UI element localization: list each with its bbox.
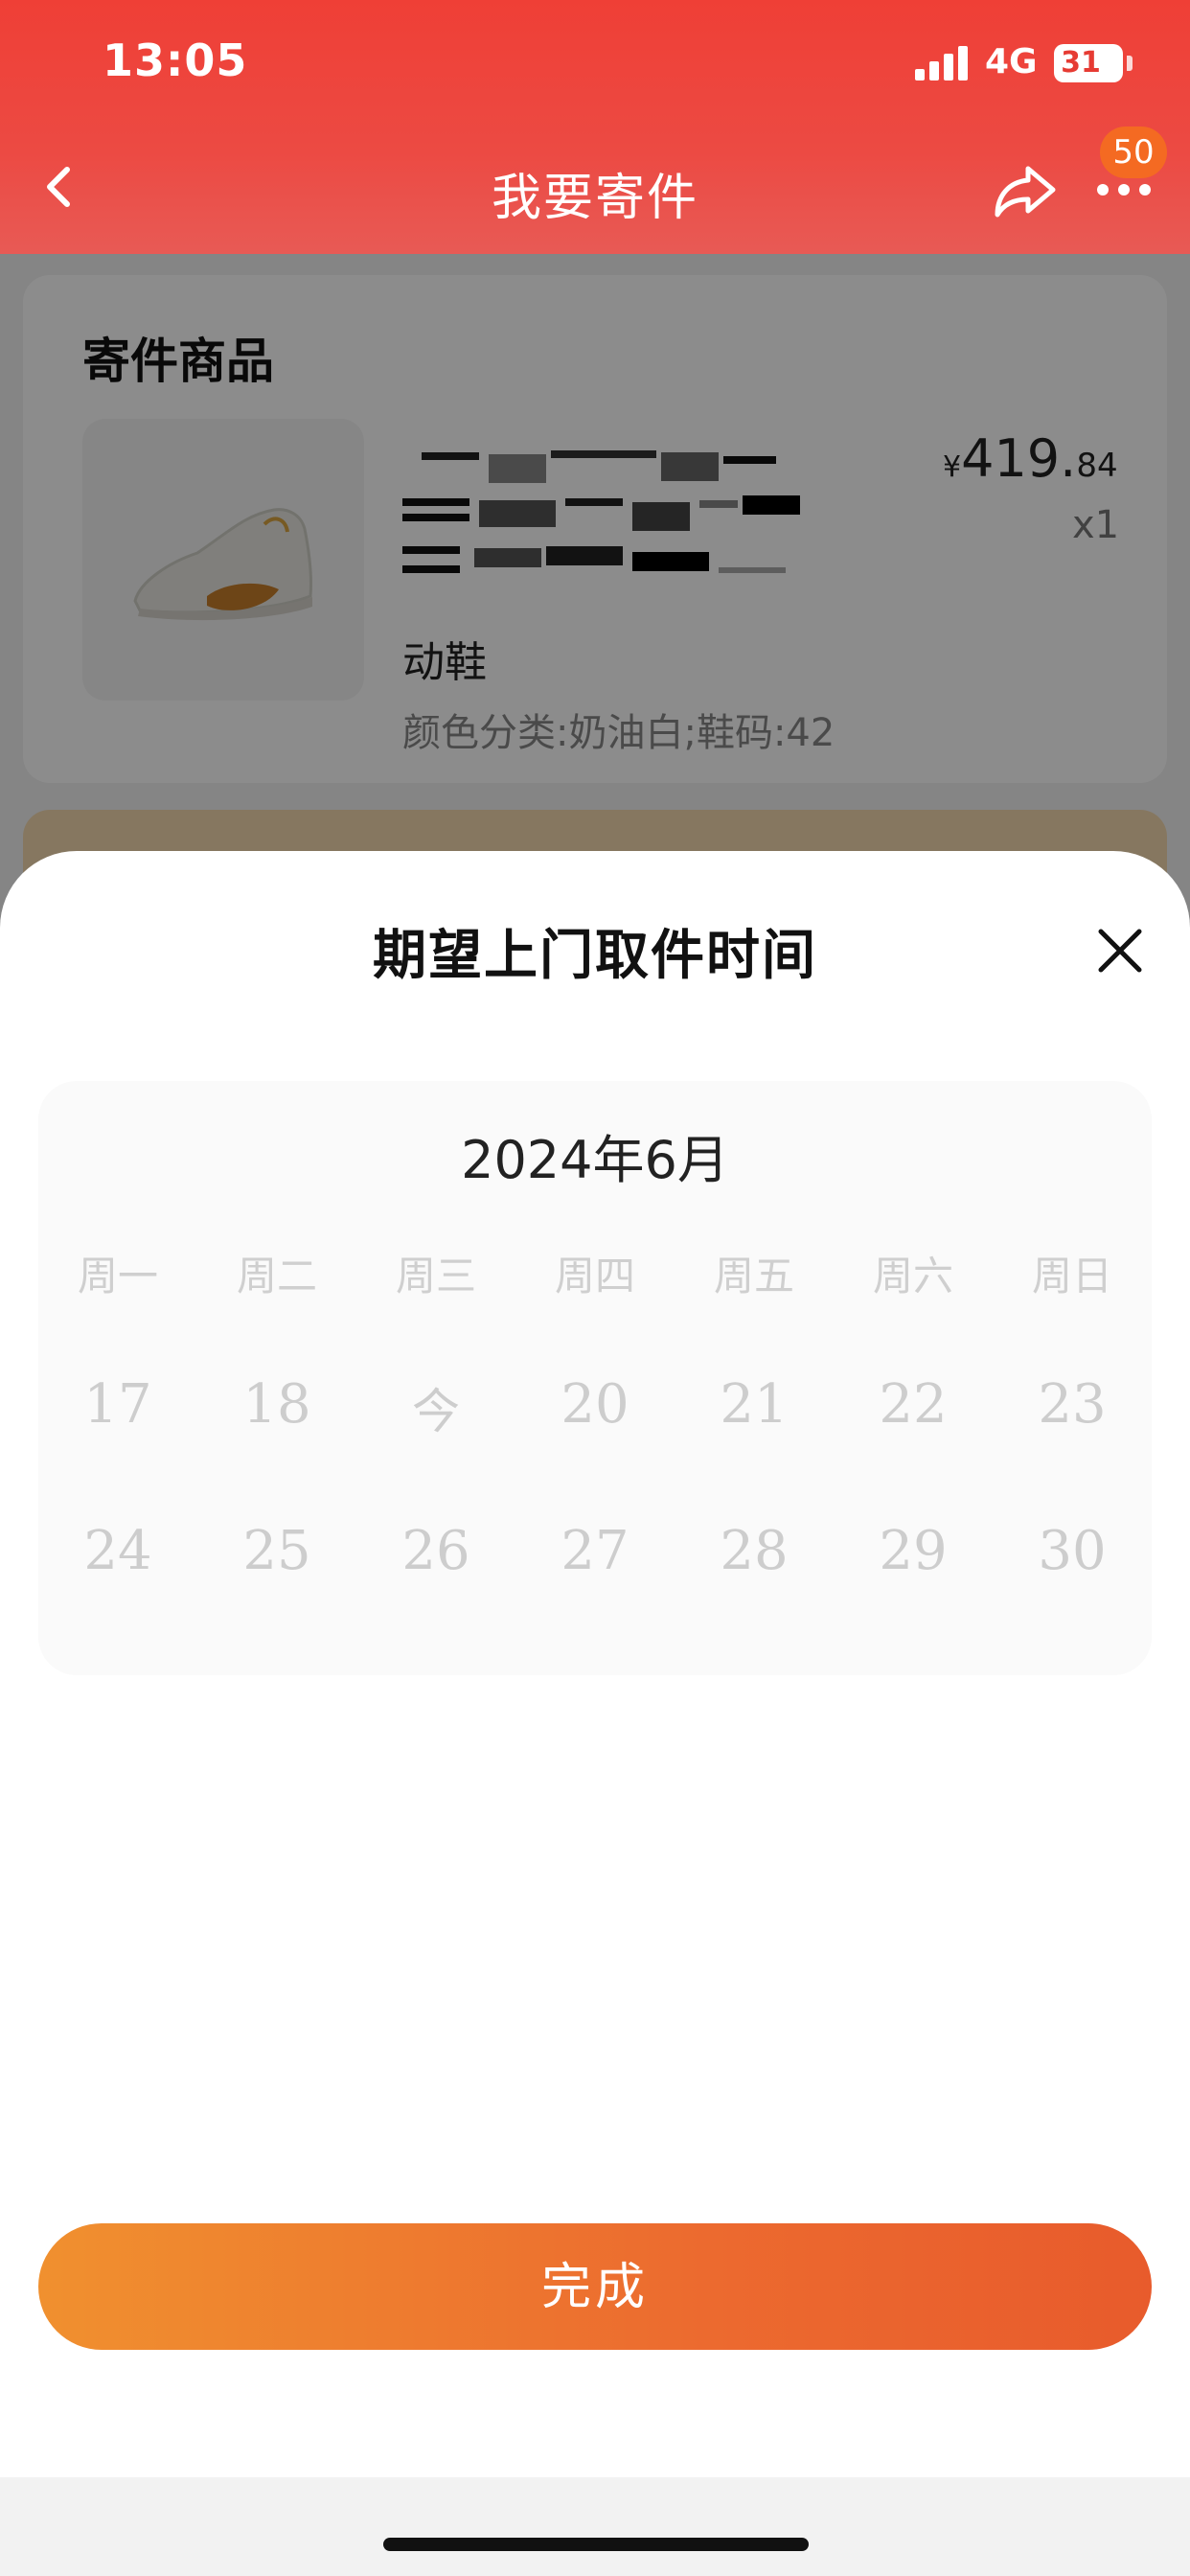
battery-level: 31 bbox=[1061, 46, 1101, 80]
close-icon bbox=[1098, 929, 1142, 973]
home-area bbox=[0, 2477, 1190, 2576]
calendar-day[interactable]: 22 bbox=[834, 1373, 993, 1450]
calendar-day[interactable]: 17 bbox=[38, 1373, 197, 1450]
calendar-day[interactable]: 25 bbox=[197, 1520, 356, 1597]
calendar-week-row: 24 25 26 27 28 29 30 bbox=[38, 1520, 1152, 1597]
weekday-tue: 周二 bbox=[236, 1253, 317, 1300]
weekday-sun: 周日 bbox=[1031, 1253, 1112, 1300]
calendar-week-row: 17 18 今 20 21 22 23 bbox=[38, 1373, 1152, 1450]
home-indicator[interactable] bbox=[383, 2538, 809, 2551]
calendar-day[interactable]: 29 bbox=[834, 1520, 993, 1597]
calendar-day[interactable]: 30 bbox=[993, 1520, 1152, 1597]
calendar-day-today[interactable]: 今 bbox=[356, 1373, 515, 1450]
signal-icon bbox=[915, 46, 969, 80]
close-button[interactable] bbox=[1095, 926, 1145, 976]
calendar-month: 2024年6月 bbox=[461, 1130, 729, 1190]
weekday-sat: 周六 bbox=[872, 1253, 953, 1300]
battery-cap bbox=[1127, 56, 1133, 71]
calendar-day[interactable]: 23 bbox=[993, 1373, 1152, 1450]
page: 13:05 4G 31 我要寄件 50 寄件商品 动鞋 颜色分类:奶油白;鞋码:… bbox=[0, 0, 1190, 2576]
calendar-day[interactable]: 21 bbox=[675, 1373, 834, 1450]
weekday-wed: 周三 bbox=[395, 1253, 476, 1300]
calendar-day[interactable]: 18 bbox=[197, 1373, 356, 1450]
battery-icon: 31 bbox=[1054, 44, 1123, 82]
sheet-title: 期望上门取件时间 bbox=[373, 925, 817, 987]
calendar-day[interactable]: 27 bbox=[515, 1520, 675, 1597]
weekday-mon: 周一 bbox=[77, 1253, 158, 1300]
network-type: 4G bbox=[985, 42, 1038, 81]
calendar-day[interactable]: 28 bbox=[675, 1520, 834, 1597]
calendar-day[interactable]: 26 bbox=[356, 1520, 515, 1597]
share-icon bbox=[995, 166, 1056, 218]
done-button[interactable]: 完成 bbox=[38, 2223, 1152, 2350]
calendar-day[interactable]: 24 bbox=[38, 1520, 197, 1597]
calendar-day[interactable]: 20 bbox=[515, 1373, 675, 1450]
status-time: 13:05 bbox=[103, 34, 248, 86]
calendar-weekdays: 周一 周二 周三 周四 周五 周六 周日 bbox=[38, 1244, 1152, 1301]
message-badge: 50 bbox=[1100, 126, 1167, 178]
header: 13:05 4G 31 我要寄件 50 bbox=[0, 0, 1190, 254]
status-bar: 13:05 4G 31 bbox=[0, 0, 1190, 126]
pickup-time-sheet: 期望上门取件时间 2024年6月 周一 周二 周三 周四 周五 周六 周日 17… bbox=[0, 851, 1190, 2576]
weekday-thu: 周四 bbox=[554, 1253, 635, 1300]
more-button[interactable] bbox=[1097, 174, 1155, 203]
weekday-fri: 周五 bbox=[713, 1253, 794, 1300]
calendar: 2024年6月 周一 周二 周三 周四 周五 周六 周日 17 18 今 20 … bbox=[38, 1081, 1152, 1675]
share-button[interactable] bbox=[992, 161, 1059, 218]
